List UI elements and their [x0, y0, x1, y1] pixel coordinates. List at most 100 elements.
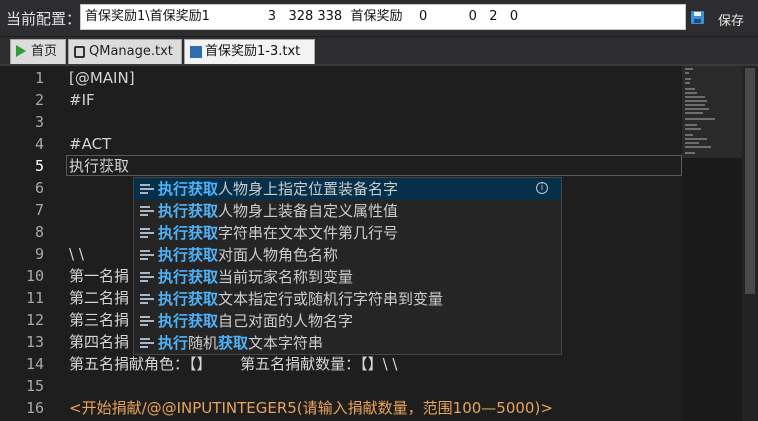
match-text: 执行获取 — [158, 268, 219, 286]
minimap-line — [685, 78, 691, 80]
snippet-icon — [140, 228, 154, 238]
suggestion-text: 字符串在文本文件第几行号 — [218, 224, 399, 242]
tab-label: 首页 — [31, 44, 58, 59]
line-number: 11 — [25, 289, 44, 307]
autocomplete-item[interactable]: 执行获取对面人物角色名称 — [134, 244, 561, 266]
minimap-line — [685, 92, 697, 94]
line-number: 8 — [34, 223, 44, 241]
line-number: 3 — [34, 113, 44, 131]
save-icon[interactable] — [691, 11, 704, 24]
line-text: 第一名捐 — [69, 267, 130, 285]
snippet-icon — [140, 316, 154, 326]
save-button[interactable]: 保存 — [718, 10, 744, 29]
code-line[interactable]: 15 — [0, 375, 682, 397]
line-text: #ACT — [69, 135, 112, 153]
line-text: 第二名捐 — [69, 289, 130, 307]
tab-home[interactable]: 首页 — [10, 39, 66, 64]
code-line[interactable]: 3 — [0, 111, 682, 133]
match-text: 执行获取 — [158, 180, 219, 198]
minimap-line — [685, 96, 705, 98]
minimap-line — [685, 68, 693, 70]
snippet-icon — [140, 206, 154, 216]
minimap-line — [685, 152, 695, 154]
line-text: #IF — [69, 91, 95, 109]
minimap-line — [685, 108, 709, 110]
tab-qmanage[interactable]: QManage.txt — [68, 39, 182, 64]
match-text: 执行获取 — [158, 202, 219, 220]
match-text: 执行获取 — [158, 312, 219, 330]
minimap-line — [685, 100, 707, 102]
suggestion-text: 对面人物角色名称 — [218, 246, 339, 264]
autocomplete-item[interactable]: 执行获取人物身上装备自定义属性值 — [134, 200, 561, 222]
minimap-line — [685, 124, 697, 126]
line-number: 2 — [34, 91, 44, 109]
snippet-icon — [140, 184, 154, 194]
match-text: 获取 — [218, 334, 249, 352]
suggestion-text: 文本指定行或随机行字符串到变量 — [218, 290, 444, 308]
suggestion-text: 随机 — [188, 334, 219, 352]
suggestion-text: 人物身上装备自定义属性值 — [218, 202, 399, 220]
line-text: 第四名捐 — [69, 333, 130, 351]
scrollbar-thumb[interactable] — [745, 68, 755, 294]
minimap-line — [685, 138, 707, 140]
minimap-line — [685, 82, 690, 84]
tab-label: 首保奖励1-3.txt — [205, 44, 301, 59]
autocomplete-item[interactable]: 执行获取当前玩家名称到变量 — [134, 266, 561, 288]
config-bar: 当前配置： 首保奖励1\首保奖励1 3 328 338 首保奖励 0 0 2 0… — [0, 0, 758, 36]
line-number: 13 — [25, 333, 44, 351]
autocomplete-item[interactable]: 执行随机获取文本字符串 — [134, 332, 561, 354]
minimap-line — [685, 104, 705, 106]
line-text: 执行获取 — [69, 157, 130, 175]
minimap-line — [685, 128, 701, 130]
snippet-icon — [140, 272, 154, 282]
line-number: 14 — [25, 355, 44, 373]
line-number: 7 — [34, 201, 44, 219]
code-line[interactable]: 4 #ACT — [0, 133, 682, 155]
autocomplete-item[interactable]: 执行获取人物身上指定位置装备名字 i — [134, 178, 561, 200]
config-input[interactable]: 首保奖励1\首保奖励1 3 328 338 首保奖励 0 0 2 0 — [80, 4, 686, 30]
minimap[interactable] — [682, 66, 742, 421]
minimap-line — [685, 118, 715, 120]
line-number: 5 — [34, 157, 44, 175]
match-text: 执行获取 — [158, 224, 219, 242]
snippet-icon — [140, 294, 154, 304]
tab-label: QManage.txt — [89, 44, 173, 59]
line-text: \ \ — [69, 245, 84, 263]
minimap-line — [685, 142, 699, 144]
tab-bar: 首页 QManage.txt 首保奖励1-3.txt — [0, 37, 758, 66]
match-text: 执行获取 — [158, 246, 219, 264]
line-text: 第五名捐献角色：【】 第五名捐献数量：【】\ \ — [69, 355, 398, 373]
file-icon — [74, 46, 85, 58]
autocomplete-item[interactable]: 执行获取字符串在文本文件第几行号 — [134, 222, 561, 244]
code-line[interactable]: 14 第五名捐献角色：【】 第五名捐献数量：【】\ \ — [0, 353, 682, 375]
line-number: 4 — [34, 135, 44, 153]
line-text: 第三名捐 — [69, 311, 130, 329]
code-line[interactable]: 2 #IF — [0, 89, 682, 111]
snippet-icon — [140, 338, 154, 348]
minimap-line — [685, 112, 703, 114]
code-line[interactable]: 16 <开始捐献/@@INPUTINTEGER5(请输入捐献数量，范围100—5… — [0, 397, 682, 419]
save-icon — [190, 46, 202, 58]
line-number: 10 — [25, 267, 44, 285]
line-number: 15 — [25, 377, 44, 395]
suggestion-text: 人物身上指定位置装备名字 — [218, 180, 399, 198]
text-cursor-icon — [103, 159, 109, 173]
vertical-scrollbar[interactable] — [742, 66, 758, 421]
minimap-line — [685, 146, 711, 148]
tab-active-file[interactable]: 首保奖励1-3.txt — [184, 39, 315, 64]
autocomplete-item[interactable]: 执行获取文本指定行或随机行字符串到变量 — [134, 288, 561, 310]
line-text: [@MAIN] — [69, 69, 135, 87]
autocomplete-item[interactable]: 执行获取自己对面的人物名字 — [134, 310, 561, 332]
current-line-highlight — [66, 155, 682, 176]
line-number: 9 — [34, 245, 44, 263]
minimap-line — [685, 134, 693, 136]
minimap-line — [685, 72, 689, 74]
line-number: 6 — [34, 179, 44, 197]
line-number: 1 — [34, 69, 44, 87]
line-number: 12 — [25, 311, 44, 329]
info-icon[interactable]: i — [536, 182, 548, 194]
line-number: 16 — [25, 399, 44, 417]
code-line[interactable]: 1 [@MAIN] — [0, 67, 682, 89]
autocomplete-popup: 执行获取人物身上指定位置装备名字 i 执行获取人物身上装备自定义属性值 执行获取… — [133, 177, 562, 355]
match-text: 执行获取 — [158, 290, 219, 308]
